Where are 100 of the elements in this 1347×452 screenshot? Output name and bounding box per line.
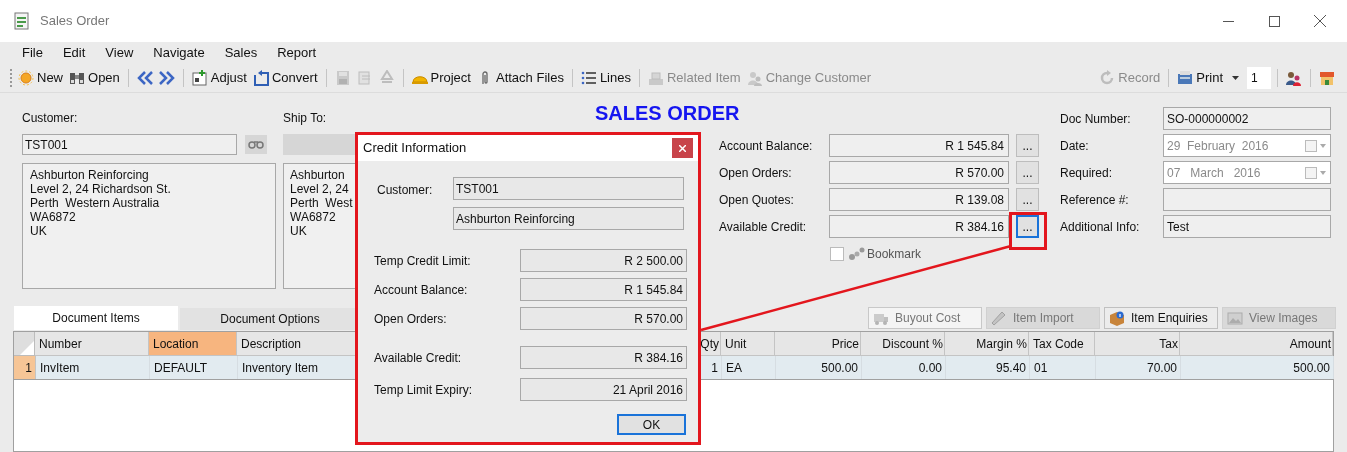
table-cell: InvItem [36, 356, 150, 379]
ellipsis-button[interactable]: ... [1016, 188, 1039, 211]
box-icon [1109, 310, 1125, 326]
caret-icon [1232, 76, 1239, 80]
amount-field[interactable]: R 1 545.84 [829, 134, 1009, 157]
minimize-icon [1222, 20, 1234, 22]
document-plus-icon [191, 70, 208, 86]
amount-field[interactable]: R 1 545.84 [520, 278, 687, 301]
toolbar-button[interactable]: Project [409, 67, 473, 89]
toolbar-button[interactable]: New [16, 67, 65, 89]
storefront-icon [1319, 70, 1335, 86]
field-label: Required: [1060, 164, 1114, 182]
address-line: WA6872 [30, 210, 76, 224]
column-header[interactable]: Unit [721, 332, 775, 356]
column-header[interactable]: Discount % [861, 332, 945, 356]
corner-icon [20, 341, 34, 355]
document-icon [14, 12, 30, 30]
amount-field[interactable]: R 570.00 [829, 161, 1009, 184]
customer-name-field[interactable]: Ashburton Reinforcing [453, 207, 684, 230]
address-line: Level 2, 24 [290, 182, 349, 196]
text-field[interactable]: Test [1163, 215, 1331, 238]
amount-field[interactable]: R 384.16 [520, 346, 687, 369]
address-line: UK [290, 224, 307, 238]
table-cell: EA [722, 356, 776, 379]
binoculars-icon [69, 70, 85, 86]
menu-item[interactable]: View [105, 43, 134, 63]
amount-field[interactable]: R 2 500.00 [520, 249, 687, 272]
field-label: Open Orders: [374, 310, 448, 328]
list-icon [580, 70, 597, 86]
printer-icon [1177, 70, 1194, 86]
table-cell: DEFAULT [150, 356, 238, 379]
address-line: Level 2, 24 Richardson St. [30, 182, 171, 196]
menu-item[interactable]: Sales [224, 43, 258, 63]
column-header[interactable]: Margin % [945, 332, 1029, 356]
column-header[interactable]: Tax Code [1029, 332, 1095, 356]
column-header[interactable]: Location [149, 332, 237, 356]
copies-field[interactable]: 1 [1247, 67, 1271, 89]
close-button[interactable] [672, 138, 693, 158]
field-label: Account Balance: [719, 137, 814, 155]
ok-button[interactable]: OK [617, 414, 686, 435]
toolbar-button[interactable]: Adjust [189, 67, 249, 89]
toolbar-button[interactable]: Lines [578, 67, 633, 89]
table-cell: 95.40 [946, 356, 1030, 379]
amount-field[interactable]: 21 April 2016 [520, 378, 687, 401]
toolbar-button[interactable]: Item Enquiries [1104, 307, 1218, 329]
address-line: Perth Western Australia [30, 196, 160, 210]
address-line: WA6872 [290, 210, 336, 224]
double-chevron-left-icon [136, 70, 153, 86]
field-label: Reference #: [1060, 191, 1130, 209]
menu-item[interactable]: Edit [62, 43, 86, 63]
ellipsis-button[interactable]: ... [1016, 134, 1039, 157]
toolbar-button[interactable]: Print [1175, 67, 1245, 89]
menu-item[interactable]: Report [277, 43, 317, 63]
field-label: Available Credit: [719, 218, 808, 236]
toolbar-button[interactable]: Convert [250, 67, 320, 89]
table-cell: 500.00 [776, 356, 862, 379]
close-icon [1314, 15, 1326, 27]
bookmark-icon [848, 247, 865, 261]
calendar-icon [1305, 166, 1327, 179]
column-header[interactable]: Number [35, 332, 149, 356]
field-label: Additional Info: [1060, 218, 1141, 236]
lookup-button[interactable] [245, 135, 267, 154]
checkbox[interactable] [830, 247, 844, 261]
text-field[interactable] [1163, 188, 1331, 211]
column-header[interactable]: Price [775, 332, 861, 356]
dialog-title: Credit Information [363, 139, 467, 158]
field-label: Open Quotes: [719, 191, 795, 209]
corner-arrow-icon [252, 70, 269, 86]
checkbox-label[interactable]: Bookmark [867, 245, 922, 263]
calendar-icon [1305, 139, 1327, 152]
toolbar-button[interactable]: Open [67, 67, 122, 89]
address-line: Perth West [290, 196, 353, 210]
column-header[interactable]: Tax [1095, 332, 1180, 356]
text-field[interactable]: SO-000000002 [1163, 107, 1331, 130]
menu-item[interactable]: File [22, 43, 43, 63]
amount-field[interactable]: R 139.08 [829, 188, 1009, 211]
field-label: Open Orders: [719, 164, 793, 182]
customer-code-field[interactable]: TST001 [453, 177, 684, 200]
highlight-frame [1009, 212, 1047, 250]
ellipsis-button[interactable]: ... [1016, 161, 1039, 184]
customer-field[interactable]: TST001 [22, 134, 237, 155]
address-line: UK [30, 224, 47, 238]
field-label: Date: [1060, 137, 1090, 155]
table-cell: 500.00 [1181, 356, 1334, 379]
tab[interactable]: Document Items [14, 306, 178, 330]
toolbar-button[interactable]: Attach Files [474, 67, 566, 89]
close-icon [679, 144, 686, 152]
binoculars-icon [248, 140, 264, 149]
window-title: Sales Order [40, 12, 110, 31]
document-icon [356, 70, 373, 86]
ellipsis-button[interactable]: ... [1016, 215, 1039, 238]
column-header[interactable]: Amount [1180, 332, 1333, 356]
maximize-icon [1268, 15, 1280, 27]
menu-item[interactable]: Navigate [153, 43, 205, 63]
address-box[interactable]: Ashburton Reinforcing Level 2, 24 Richardson St. Perth Western Australia WA6872 UK [22, 163, 276, 289]
field-label: Ship To: [283, 110, 328, 125]
amount-field[interactable]: R 384.16 [829, 215, 1009, 238]
amount-field[interactable]: R 570.00 [520, 307, 687, 330]
address-line: Ashburton Reinforcing [30, 168, 149, 182]
row-number[interactable]: 1 [14, 356, 36, 379]
